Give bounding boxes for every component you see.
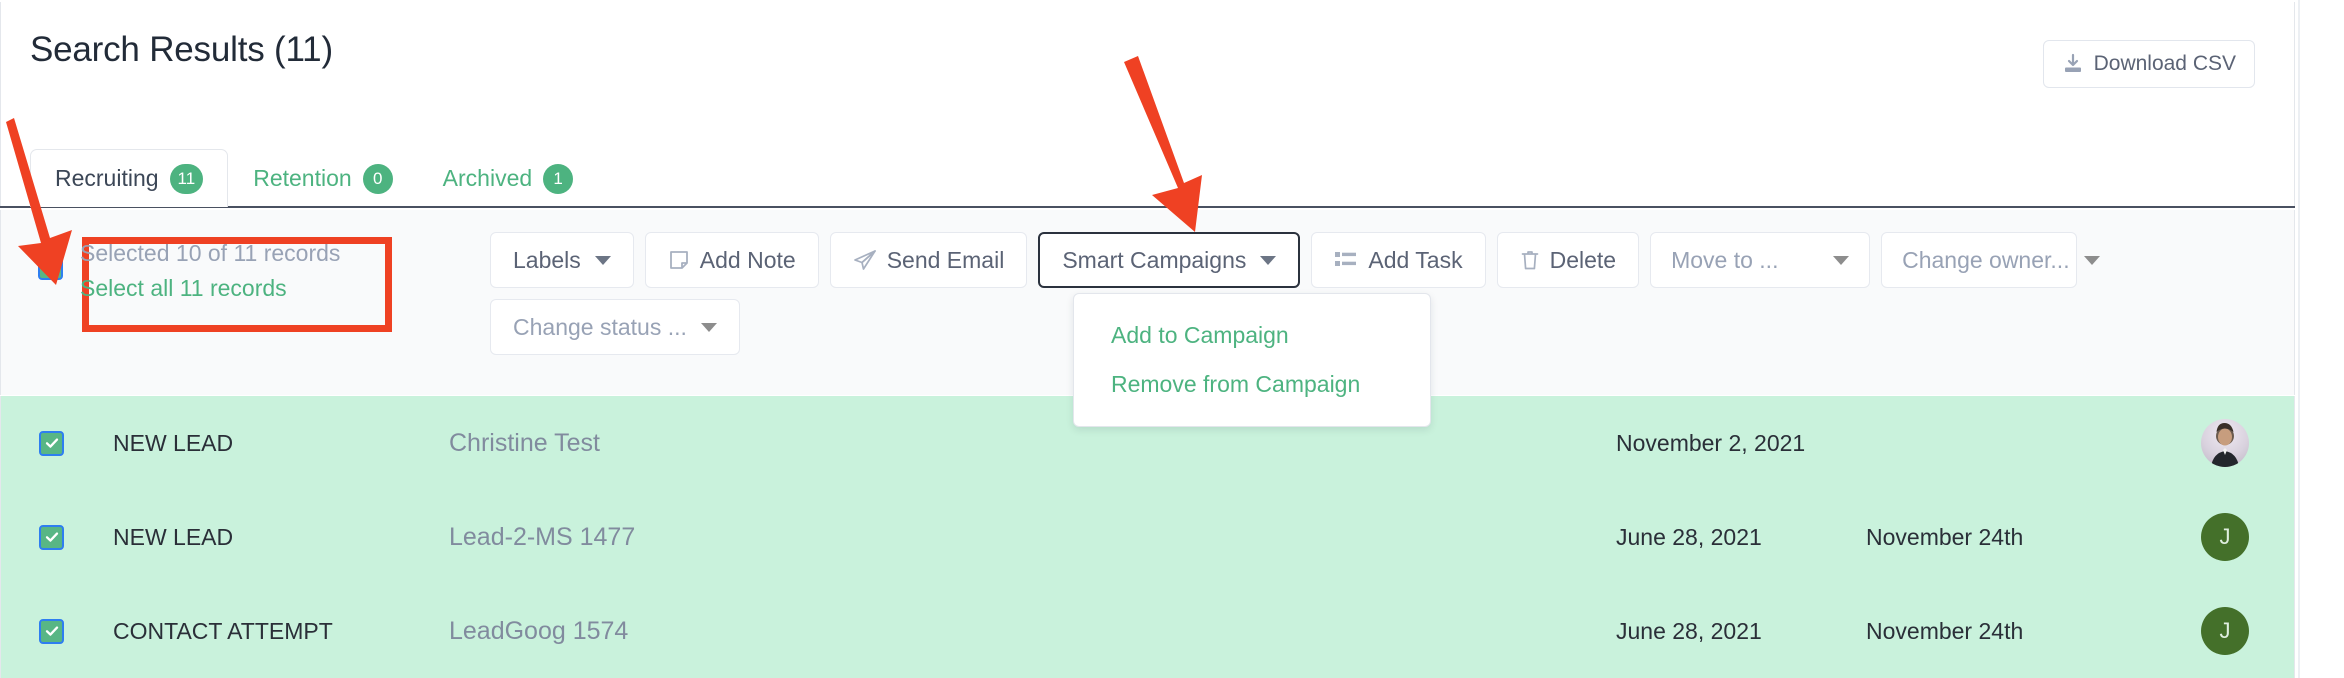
person-photo-icon: [2211, 423, 2239, 467]
add-task-button[interactable]: Add Task: [1311, 232, 1486, 288]
menu-item-add-to-campaign[interactable]: Add to Campaign: [1074, 311, 1430, 360]
smart-campaigns-label: Smart Campaigns: [1062, 246, 1247, 273]
trash-icon: [1520, 249, 1540, 271]
row-name[interactable]: LeadGoog 1574: [449, 617, 628, 646]
change-owner-label: Change owner...: [1902, 246, 2070, 273]
download-icon: [2062, 53, 2084, 75]
paper-plane-icon: [853, 249, 877, 271]
move-to-label: Move to ...: [1671, 246, 1779, 273]
row-name[interactable]: Christine Test: [449, 429, 600, 458]
row-checkbox[interactable]: [39, 618, 64, 644]
send-email-button[interactable]: Send Email: [829, 232, 1028, 288]
add-note-label: Add Note: [699, 246, 796, 273]
results-header-card: Search Results (11) Download CSV Recruit…: [0, 0, 2295, 208]
smart-campaigns-dropdown: Add to Campaign Remove from Campaign: [1073, 293, 1431, 427]
delete-button[interactable]: Delete: [1496, 232, 1640, 288]
selected-count-text: Selected 10 of 11 records: [80, 240, 341, 266]
avatar[interactable]: J: [2201, 513, 2249, 561]
results-table: NEW LEAD Christine Test November 2, 2021: [0, 396, 2295, 678]
avatar[interactable]: [2201, 419, 2249, 467]
row-date-created: November 2, 2021: [1616, 429, 1806, 456]
tab-strip: Recruiting 11 Retention 0 Archived 1: [30, 146, 598, 207]
smart-campaigns-button[interactable]: Smart Campaigns: [1038, 232, 1301, 288]
move-to-select[interactable]: Move to ...: [1650, 232, 1871, 288]
row-checkbox[interactable]: [39, 524, 64, 550]
check-icon: [45, 626, 58, 636]
tab-archived[interactable]: Archived 1: [418, 149, 598, 207]
add-task-label: Add Task: [1368, 246, 1463, 273]
select-all-checkbox[interactable]: [38, 255, 63, 280]
chevron-down-icon: [2083, 255, 2100, 265]
row-name[interactable]: Lead-2-MS 1477: [449, 523, 635, 552]
page-gutter: [2295, 0, 2344, 678]
add-note-button[interactable]: Add Note: [644, 232, 819, 288]
tab-retention-label: Retention: [253, 165, 352, 191]
scrollbar-track[interactable]: [2298, 0, 2300, 678]
check-icon: [44, 262, 57, 273]
row-status: NEW LEAD: [113, 429, 234, 456]
tab-recruiting-label: Recruiting: [55, 165, 159, 191]
table-row[interactable]: NEW LEAD Lead-2-MS 1477 June 28, 2021 No…: [1, 490, 2294, 584]
table-row[interactable]: CONTACT ATTEMPT LeadGoog 1574 June 28, 2…: [1, 584, 2294, 678]
row-status: NEW LEAD: [113, 523, 234, 550]
menu-item-remove-from-campaign[interactable]: Remove from Campaign: [1074, 360, 1430, 409]
tab-archived-label: Archived: [442, 165, 533, 191]
tab-archived-badge: 1: [543, 163, 574, 194]
tab-retention-badge: 0: [362, 163, 393, 194]
tab-recruiting[interactable]: Recruiting 11: [30, 149, 229, 207]
download-csv-label: Download CSV: [2093, 52, 2236, 75]
row-checkbox[interactable]: [39, 430, 64, 456]
search-results-page: Search Results (11) Download CSV Recruit…: [0, 0, 2344, 678]
chevron-down-icon: [1833, 255, 1850, 265]
chevron-down-icon: [594, 255, 611, 265]
select-all-link[interactable]: Select all 11 records: [80, 275, 340, 302]
row-date-created: June 28, 2021: [1616, 523, 1762, 550]
row-date-followup: November 24th: [1866, 617, 2024, 644]
labels-label: Labels: [513, 246, 581, 273]
download-csv-button[interactable]: Download CSV: [2042, 40, 2255, 88]
change-owner-select[interactable]: Change owner...: [1881, 232, 2100, 288]
labels-button[interactable]: Labels: [490, 232, 634, 288]
row-date-followup: November 24th: [1866, 523, 2024, 550]
send-email-label: Send Email: [886, 246, 1005, 273]
row-date-created: June 28, 2021: [1616, 617, 1762, 644]
selection-summary: Selected 10 of 11 records Select all 11 …: [80, 240, 340, 302]
avatar[interactable]: J: [2201, 607, 2249, 655]
chevron-down-icon: [700, 322, 717, 332]
chevron-down-icon: [1260, 255, 1277, 265]
page-title: Search Results (11): [30, 30, 333, 69]
task-list-icon: [1334, 250, 1358, 270]
tab-retention[interactable]: Retention 0: [228, 149, 417, 207]
tab-recruiting-badge: 11: [169, 163, 204, 194]
row-status: CONTACT ATTEMPT: [113, 617, 333, 644]
note-icon: [668, 249, 690, 271]
delete-label: Delete: [1549, 246, 1617, 273]
check-icon: [45, 532, 58, 542]
change-status-label: Change status ...: [513, 313, 687, 340]
check-icon: [45, 438, 58, 448]
change-status-select[interactable]: Change status ...: [490, 299, 740, 355]
